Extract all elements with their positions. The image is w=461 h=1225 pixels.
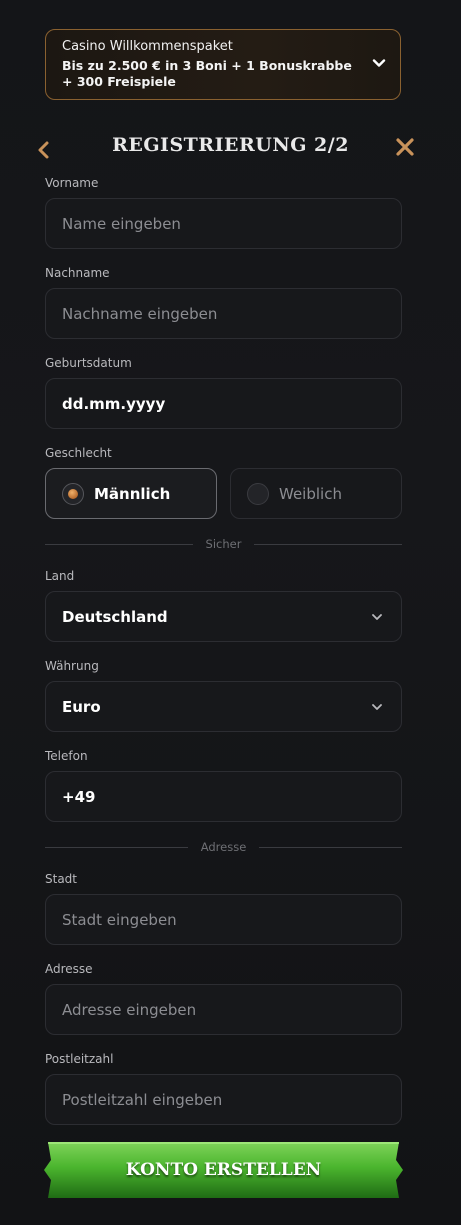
radio-selected-icon <box>62 483 84 505</box>
vorname-input[interactable] <box>46 199 401 248</box>
section-divider-adresse: Adresse <box>45 840 402 854</box>
chevron-down-icon <box>372 704 382 710</box>
divider-line <box>254 544 402 545</box>
close-icon[interactable] <box>393 135 417 159</box>
postleitzahl-label: Postleitzahl <box>45 1052 114 1066</box>
nachname-label: Nachname <box>45 266 110 280</box>
adresse-label: Adresse <box>45 962 93 976</box>
land-value: Deutschland <box>62 608 168 626</box>
nachname-field <box>45 288 402 339</box>
registration-header: REGISTRIERUNG 2/2 <box>0 132 461 166</box>
telefon-input[interactable] <box>46 772 401 821</box>
promo-title: Casino Willkommenspaket <box>62 39 233 54</box>
promo-text: Bis zu 2.500 € in 3 Boni + 1 Bonuskrabbe… <box>62 58 352 89</box>
page-title: REGISTRIERUNG 2/2 <box>112 134 349 156</box>
vorname-label: Vorname <box>45 176 99 190</box>
adresse-input[interactable] <box>46 985 401 1034</box>
telefon-label: Telefon <box>45 749 88 763</box>
gender-option-label: Männlich <box>94 485 171 503</box>
land-select[interactable]: Deutschland <box>45 591 402 642</box>
land-label: Land <box>45 569 75 583</box>
geschlecht-label: Geschlecht <box>45 446 112 460</box>
gender-option-weiblich[interactable]: Weiblich <box>230 468 402 519</box>
adresse-field <box>45 984 402 1035</box>
welcome-package-banner[interactable]: Casino Willkommenspaket Bis zu 2.500 € i… <box>45 29 401 100</box>
chevron-down-icon <box>372 614 382 620</box>
waehrung-select[interactable]: Euro <box>45 681 402 732</box>
stadt-label: Stadt <box>45 872 77 886</box>
vorname-field <box>45 198 402 249</box>
geburtsdatum-input[interactable] <box>46 379 401 428</box>
nachname-input[interactable] <box>46 289 401 338</box>
divider-line <box>259 847 402 848</box>
geburtsdatum-label: Geburtsdatum <box>45 356 132 370</box>
gender-option-maennlich[interactable]: Männlich <box>45 468 217 519</box>
stadt-input[interactable] <box>46 895 401 944</box>
gender-option-label: Weiblich <box>279 485 342 503</box>
section-divider-sicher: Sicher <box>45 537 402 551</box>
telefon-field <box>45 771 402 822</box>
waehrung-label: Währung <box>45 659 99 673</box>
radio-unselected-icon <box>247 483 269 505</box>
postleitzahl-field <box>45 1074 402 1125</box>
chevron-down-icon[interactable] <box>372 56 386 70</box>
postleitzahl-input[interactable] <box>46 1075 401 1124</box>
waehrung-value: Euro <box>62 698 101 716</box>
geburtsdatum-field <box>45 378 402 429</box>
stadt-field <box>45 894 402 945</box>
create-account-label: KONTO ERSTELLEN <box>125 1160 322 1180</box>
create-account-button[interactable]: KONTO ERSTELLEN <box>44 1142 403 1198</box>
